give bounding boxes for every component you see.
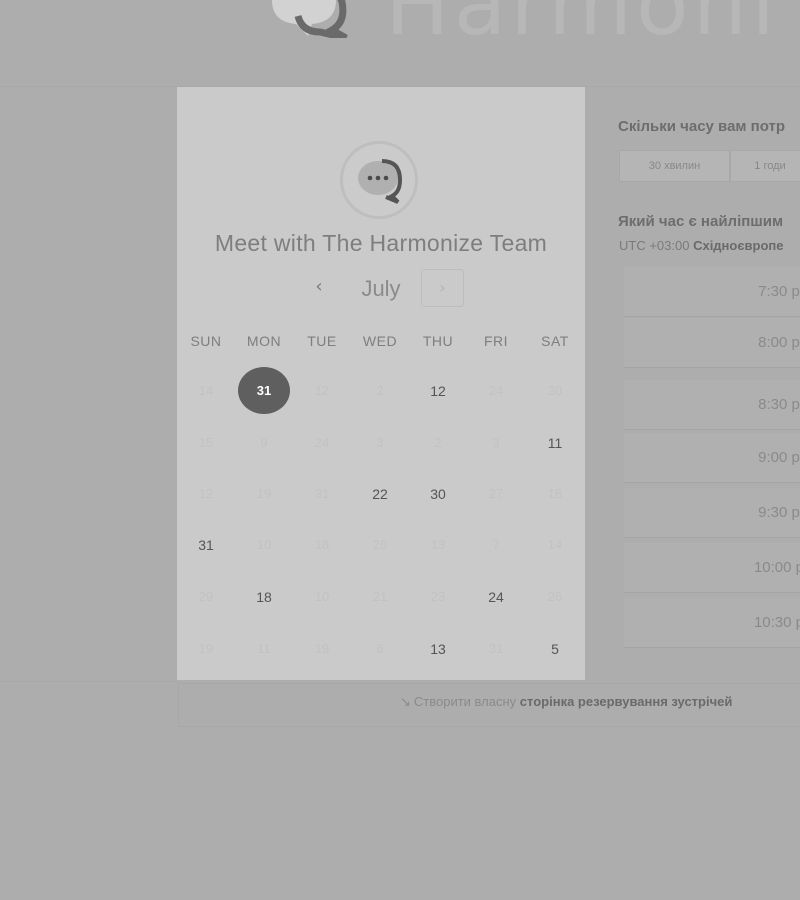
unavailable-day: 27	[488, 486, 504, 501]
unavailable-day: 2	[376, 383, 384, 398]
time-question: Який час є найліпшим	[618, 213, 784, 230]
time-slot-label: 8:00 pı	[758, 334, 800, 351]
unavailable-day: 10	[314, 589, 330, 604]
unavailable-day: 31	[488, 641, 504, 656]
timezone-name: Східноєвропе	[693, 238, 784, 253]
unavailable-day: 10	[256, 537, 272, 552]
timezone-offset: UTC +03:00	[619, 238, 690, 253]
time-slot[interactable]: 9:30 pı	[624, 488, 800, 538]
unavailable-day: 19	[256, 486, 272, 501]
duration-option-60[interactable]: 1 годи	[730, 150, 800, 182]
unavailable-day: 23	[430, 589, 446, 604]
unavailable-day: 21	[372, 589, 388, 604]
timezone-label[interactable]: UTC +03:00 Східноєвропе	[619, 238, 784, 253]
weekday-sat: SAT	[541, 333, 569, 349]
unavailable-day: 3	[376, 435, 384, 450]
time-slot-label: 10:00 p	[753, 559, 800, 576]
time-slot[interactable]: 8:00 pı	[624, 318, 800, 368]
next-month-button[interactable]: ›	[421, 269, 464, 307]
time-slot[interactable]: 10:00 p	[624, 543, 800, 593]
weekday-thu: THU	[422, 333, 454, 349]
unavailable-day: 19	[314, 641, 330, 656]
cursor-arrow-icon: ↘	[400, 694, 411, 709]
unavailable-day: 12	[198, 486, 214, 501]
available-day[interactable]: 12	[412, 368, 464, 414]
chat-bubble-icon	[272, 0, 348, 42]
footer-divider	[0, 681, 178, 682]
unavailable-day: 26	[547, 589, 563, 604]
unavailable-day: 30	[547, 383, 563, 398]
unavailable-day: 15	[198, 435, 214, 450]
unavailable-day: 9	[260, 435, 268, 450]
unavailable-day: 24	[488, 383, 504, 398]
time-slot[interactable]: 8:30 pı	[624, 380, 800, 430]
unavailable-day: 31	[314, 486, 330, 501]
time-slot-label: 10:30 p	[753, 614, 800, 631]
unavailable-day: 2	[434, 435, 442, 450]
unavailable-day: 13	[430, 537, 446, 552]
time-slot[interactable]: 7:30 pı	[624, 267, 800, 317]
month-label: July	[361, 276, 401, 301]
weekday-mon: MON	[246, 333, 282, 349]
time-slot-label: 7:30 pı	[758, 283, 800, 300]
unavailable-day: 18	[314, 537, 330, 552]
available-day[interactable]: 31	[180, 522, 232, 568]
unavailable-day: 12	[314, 383, 330, 398]
chat-bubble-icon	[358, 159, 403, 204]
meeting-title: Meet with The Harmonize Team	[214, 230, 548, 256]
create-booking-page-link[interactable]: ↘ Створити власну сторінка резервування з…	[400, 694, 732, 710]
weekday-sun: SUN	[190, 333, 222, 349]
unavailable-day: 14	[547, 537, 563, 552]
unavailable-day: 18	[547, 486, 563, 501]
time-slot[interactable]: 10:30 p	[624, 598, 800, 648]
available-day[interactable]: 30	[412, 471, 464, 517]
available-day[interactable]: 24	[470, 574, 522, 620]
weekday-tue: TUE	[307, 333, 337, 349]
available-day[interactable]: 11	[529, 420, 581, 466]
time-slot[interactable]: 9:00 pı	[624, 433, 800, 483]
available-day[interactable]: 18	[238, 574, 290, 620]
footer-link-bold: сторінка резервування зустрічей	[519, 694, 733, 709]
available-day[interactable]: 22	[354, 471, 406, 517]
unavailable-day: 19	[198, 641, 214, 656]
footer-link-prefix: Створити власну	[413, 694, 517, 709]
avatar	[340, 141, 418, 219]
selected-day[interactable]: 31	[238, 367, 290, 414]
duration-option-30[interactable]: 30 хвилин	[619, 150, 730, 182]
unavailable-day: 6	[376, 641, 384, 656]
time-slot-label: 9:30 pı	[758, 504, 800, 521]
unavailable-day: 24	[314, 435, 330, 450]
unavailable-day: 26	[372, 537, 388, 552]
unavailable-day: 29	[198, 589, 214, 604]
calendar-card: Meet with The Harmonize Team ‹ July › SU…	[177, 87, 585, 680]
weekday-wed: WED	[362, 333, 398, 349]
available-day[interactable]: 5	[529, 626, 581, 672]
duration-question: Скільки часу вам потр	[618, 118, 786, 135]
unavailable-day: 11	[257, 641, 271, 656]
brand-logo	[262, 0, 354, 42]
unavailable-day: 7	[492, 537, 500, 552]
prev-month-button[interactable]: ‹	[304, 272, 334, 302]
unavailable-day: 14	[198, 383, 214, 398]
time-slot-label: 8:30 pı	[758, 396, 800, 413]
unavailable-day: 3	[492, 435, 500, 450]
time-slot-label: 9:00 pı	[758, 449, 800, 466]
available-day[interactable]: 13	[412, 626, 464, 672]
brand-name: Harmoni	[385, 0, 780, 55]
weekday-fri: FRI	[483, 333, 509, 349]
